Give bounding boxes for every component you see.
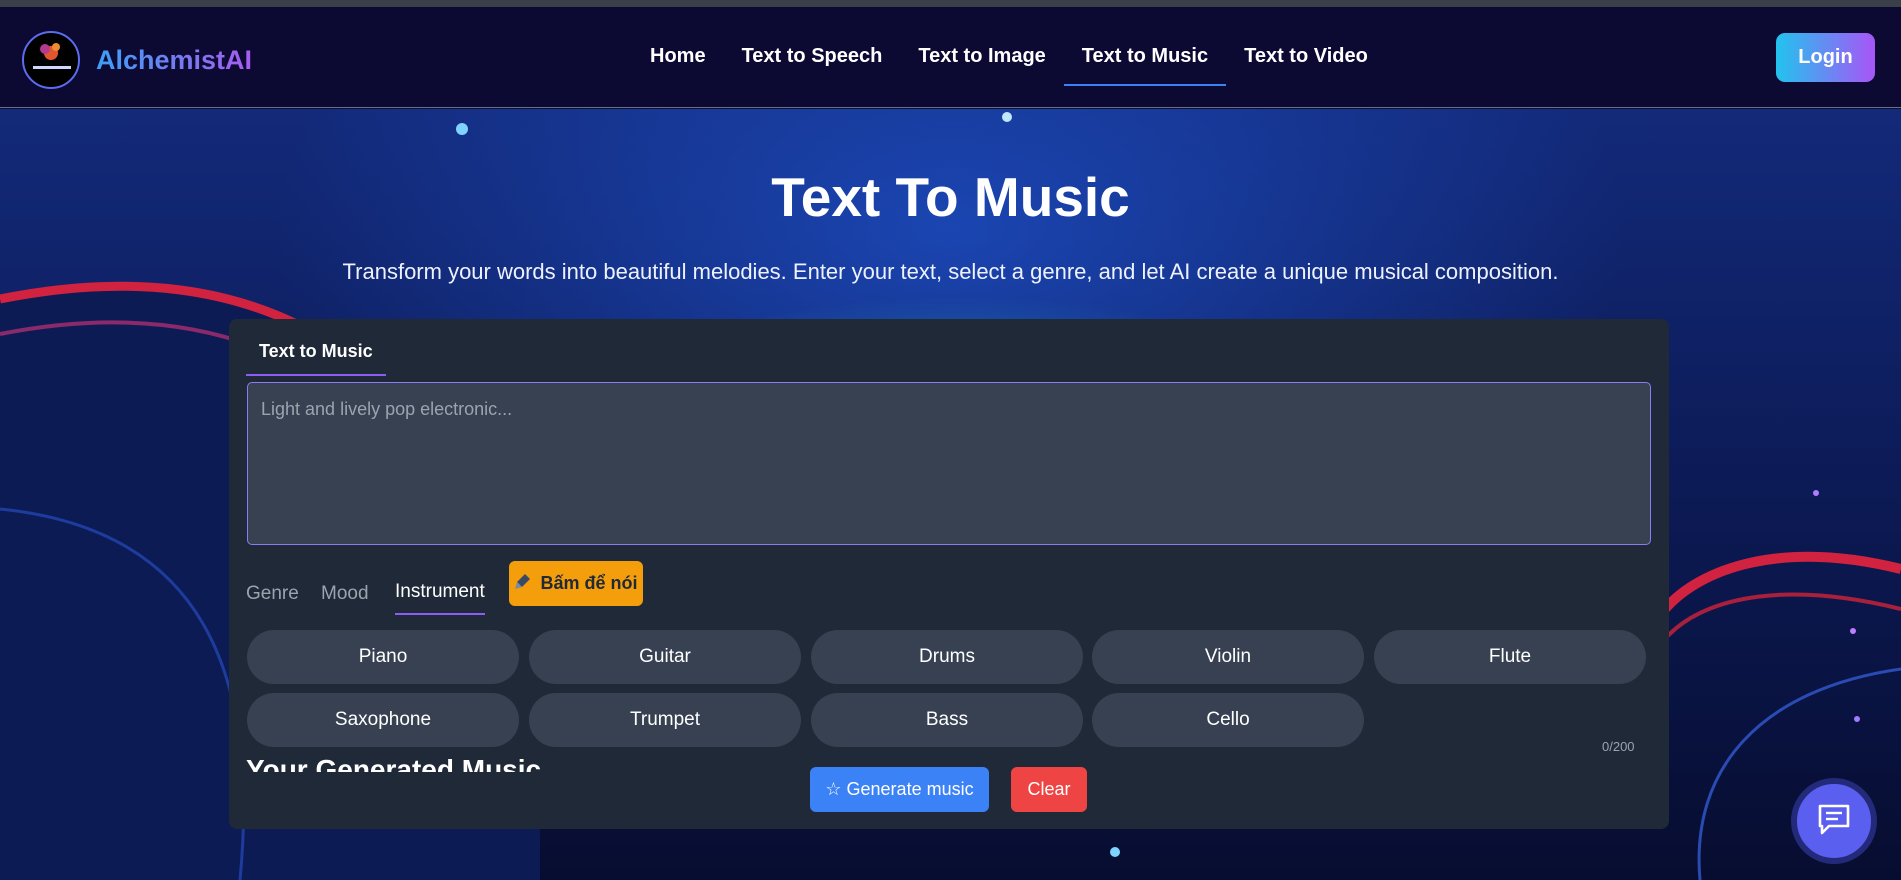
chat-bubble-icon <box>1816 803 1852 840</box>
char-counter: 0/200 <box>1602 739 1635 754</box>
tab-text-to-music[interactable]: Text to Music <box>246 341 386 376</box>
nav-text-to-video[interactable]: Text to Video <box>1226 45 1386 86</box>
page-title: Text To Music <box>771 166 1130 228</box>
nav-text-to-speech[interactable]: Text to Speech <box>724 45 901 86</box>
tab-genre[interactable]: Genre <box>246 583 299 605</box>
voice-input-button[interactable]: Bấm để nói <box>509 561 643 606</box>
voice-input-label: Bấm để nói <box>540 573 638 593</box>
chat-widget-button[interactable] <box>1791 778 1877 864</box>
generate-music-button[interactable]: ☆ Generate music <box>810 767 989 812</box>
instrument-chip-violin[interactable]: Violin <box>1092 630 1364 684</box>
microphone-icon <box>514 572 532 595</box>
instrument-chip-drums[interactable]: Drums <box>811 630 1083 684</box>
instrument-chip-flute[interactable]: Flute <box>1374 630 1646 684</box>
instrument-chip-piano[interactable]: Piano <box>247 630 519 684</box>
alchemist-logo-icon[interactable] <box>22 31 80 89</box>
nav-text-to-image[interactable]: Text to Image <box>900 45 1063 86</box>
instrument-chip-trumpet[interactable]: Trumpet <box>529 693 801 747</box>
music-prompt-input[interactable] <box>247 382 1651 545</box>
main-nav: Home Text to Speech Text to Image Text t… <box>632 45 1386 86</box>
tab-mood[interactable]: Mood <box>321 583 369 605</box>
browser-top-edge <box>0 0 1901 7</box>
instrument-chip-cello[interactable]: Cello <box>1092 693 1364 747</box>
generated-music-heading: Your Generated Music <box>246 754 542 772</box>
login-button[interactable]: Login <box>1776 33 1875 82</box>
nav-home[interactable]: Home <box>632 45 724 86</box>
text-to-music-card: Text to Music 0/200 Genre Mood Instrumen… <box>229 319 1669 829</box>
instrument-chip-bass[interactable]: Bass <box>811 693 1083 747</box>
nav-text-to-music[interactable]: Text to Music <box>1063 45 1227 86</box>
page-subtitle: Transform your words into beautiful melo… <box>342 259 1559 284</box>
brand-name[interactable]: AlchemistAI <box>96 45 252 76</box>
instrument-chip-guitar[interactable]: Guitar <box>529 630 801 684</box>
clear-button[interactable]: Clear <box>1011 767 1087 812</box>
top-navbar: AlchemistAI Home Text to Speech Text to … <box>0 7 1901 108</box>
tab-instrument[interactable]: Instrument <box>395 581 485 615</box>
instrument-chip-saxophone[interactable]: Saxophone <box>247 693 519 747</box>
